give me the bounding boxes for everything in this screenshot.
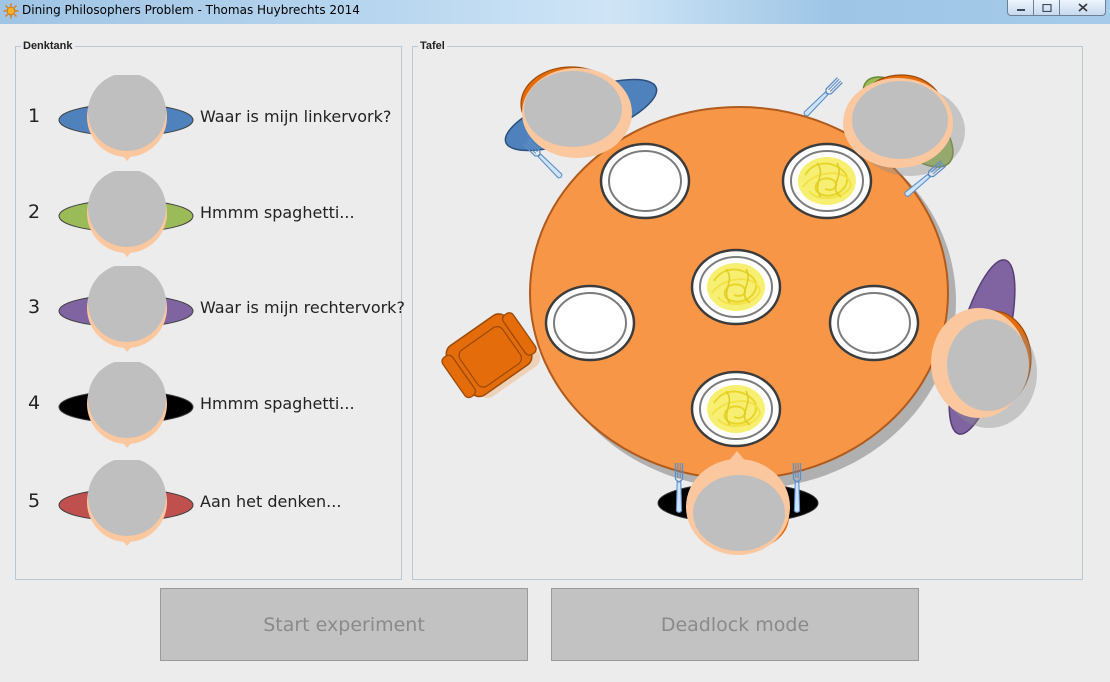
philosopher-row-1: 1 Waar is mijn linkervork? — [16, 75, 401, 165]
minimize-icon — [1016, 8, 1025, 11]
philosopher-row-5: 5 Aan het denken... — [16, 460, 401, 550]
plate-3 — [690, 248, 782, 326]
philosopher-number: 4 — [28, 392, 41, 414]
philosopher-status: Aan het denken... — [200, 492, 342, 511]
denktank-panel: Denktank 1 Waar is mijn linkervork? 2 Hm… — [15, 40, 405, 580]
maximize-button[interactable] — [1034, 0, 1060, 16]
philosopher-avatar-2 — [58, 171, 194, 257]
philosopher-avatar-4 — [58, 362, 194, 448]
philosopher-number: 2 — [28, 201, 41, 223]
plate-2 — [781, 142, 873, 220]
philosopher-number: 1 — [28, 105, 41, 127]
philosopher-status: Waar is mijn linkervork? — [200, 107, 392, 126]
philosopher-row-2: 2 Hmmm spaghetti... — [16, 171, 401, 261]
close-icon — [1077, 3, 1088, 12]
philosopher-number: 5 — [28, 490, 41, 512]
philosopher-row-3: 3 Waar is mijn rechtervork? — [16, 266, 405, 356]
start-experiment-button[interactable]: Start experiment — [160, 588, 528, 661]
fork-2 — [801, 76, 844, 119]
philosopher-number: 3 — [28, 296, 41, 318]
plate-6 — [690, 370, 782, 448]
philosopher-avatar-3 — [58, 266, 194, 352]
maximize-icon — [1041, 3, 1052, 12]
philosopher-avatar-5 — [58, 460, 194, 546]
empty-chair — [441, 312, 541, 399]
philosopher-avatar-1 — [58, 75, 194, 161]
dining-table-scene — [441, 66, 1037, 555]
window-title: Dining Philosophers Problem - Thomas Huy… — [22, 3, 360, 17]
philosopher-status: Hmmm spaghetti... — [200, 203, 355, 222]
denktank-title: Denktank — [21, 40, 75, 52]
philosopher-row-4: 4 Hmmm spaghetti... — [16, 362, 401, 452]
close-button[interactable] — [1060, 0, 1106, 16]
tafel-panel: Tafel — [412, 40, 1083, 580]
plate-5 — [828, 284, 920, 362]
plate-4 — [544, 284, 636, 362]
window-controls — [1007, 0, 1106, 16]
philosopher-status: Waar is mijn rechtervork? — [200, 298, 405, 317]
philosopher-status: Hmmm spaghetti... — [200, 394, 355, 413]
window-titlebar: Dining Philosophers Problem - Thomas Huy… — [0, 0, 1110, 24]
plate-1 — [599, 142, 691, 220]
minimize-button[interactable] — [1007, 0, 1034, 16]
sun-icon — [3, 3, 19, 19]
deadlock-mode-button[interactable]: Deadlock mode — [551, 588, 919, 661]
